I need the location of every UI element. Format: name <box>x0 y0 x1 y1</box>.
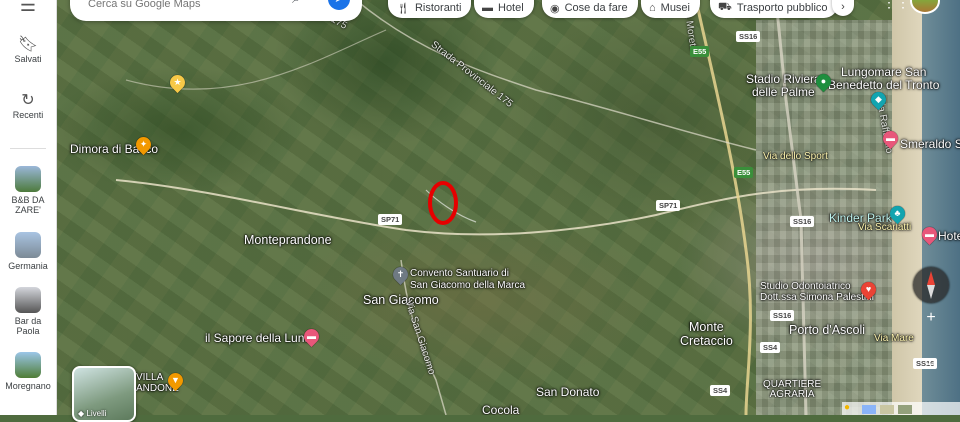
label-sapore-della-luna: il Sapore della Luna <box>205 331 312 345</box>
label-lungomare: Lungomare San Benedetto del Tronto <box>828 65 940 92</box>
recent-place-moregnano[interactable]: Moregnano <box>0 352 56 391</box>
road-shield: E55 <box>690 46 710 57</box>
left-sidebar: ☰ 🔖︎ Salvati ↻ Recenti B&B DA ZARE' Germ… <box>0 0 57 415</box>
compass-south-icon <box>927 285 935 299</box>
hamburger-menu-icon[interactable]: ☰ <box>0 0 56 16</box>
label-monteprandone: Monteprandone <box>244 233 332 247</box>
search-input[interactable] <box>86 0 290 11</box>
chip-label: Hotel <box>498 2 524 14</box>
recent-place-bar[interactable]: Bar da Paola <box>0 287 56 336</box>
road-shield: SS16 <box>736 31 761 42</box>
road-shield: SS4 <box>760 342 781 353</box>
bookmark-icon: 🔖︎ <box>17 36 39 53</box>
favorite-star-pin-icon[interactable]: ★ <box>166 71 189 94</box>
compass-north-icon <box>927 271 935 285</box>
hotel-pin-icon[interactable]: ▬ <box>300 325 323 348</box>
label-via-scarlatti: Via Scarlatti <box>858 222 912 233</box>
label-quartiere-agraria: QUARTIERE AGRARIA <box>763 379 822 400</box>
chip-museums[interactable]: ⌂ Musei <box>641 0 700 18</box>
museum-icon: ⌂ <box>649 2 656 14</box>
zoom-out-button[interactable]: − <box>918 352 944 376</box>
park-pin-icon[interactable]: ♣ <box>886 202 909 225</box>
history-icon: ↻ <box>21 92 35 109</box>
road-shield: SS16 <box>770 310 795 321</box>
layers-button[interactable]: ◆ Livelli <box>72 366 136 422</box>
road-shield: SP71 <box>656 200 681 211</box>
road-shield: SS16 <box>790 216 815 227</box>
recent-place-bb[interactable]: B&B DA ZARE' <box>0 166 56 215</box>
trophy-pin-icon[interactable]: ▼ <box>164 369 187 392</box>
pegman-icon[interactable]: ● <box>844 402 850 413</box>
health-pin-icon[interactable]: ♥ <box>857 278 880 301</box>
chip-label: Ristoranti <box>414 2 462 14</box>
layers-label-text: Livelli <box>86 409 107 418</box>
directions-icon[interactable]: ➤ <box>328 0 350 10</box>
label-via-mare: Via Mare <box>874 333 914 344</box>
label-san-giacomo: San Giacomo <box>363 293 439 307</box>
chip-label: Trasporto pubblico <box>736 2 828 14</box>
label-hotel: Hote <box>938 229 960 243</box>
bottom-attribution-bar: ● <box>842 402 960 415</box>
road-shield: SP71 <box>378 214 403 225</box>
place-thumbnail <box>15 166 41 192</box>
recent-button[interactable]: ↻ Recenti <box>0 90 56 120</box>
recent-place-germania[interactable]: Germania <box>0 232 56 271</box>
label-via-dello-sport: Via dello Sport <box>763 151 828 162</box>
bed-icon: ▬ <box>482 2 493 14</box>
thumbnail-icon[interactable] <box>862 405 876 414</box>
fork-knife-icon: 🍴︎ <box>396 2 410 15</box>
place-label: Bar da Paola <box>14 316 42 336</box>
thumbnail-icon[interactable] <box>880 405 894 414</box>
saved-label: Salvati <box>14 54 42 64</box>
church-pin-icon[interactable]: ✝ <box>389 263 412 286</box>
search-icon[interactable]: ⌕ <box>292 0 300 7</box>
chip-hotel[interactable]: ▬ Hotel <box>474 0 534 18</box>
drawn-area-marker <box>428 181 458 225</box>
label-stadio: Stadio Riviera delle Palme <box>746 72 821 99</box>
apps-grid-icon[interactable]: ⋮⋮ <box>882 0 910 11</box>
compass-button[interactable] <box>913 267 949 303</box>
chip-label: Cose da fare <box>564 2 628 14</box>
recent-label: Recenti <box>12 110 44 120</box>
satellite-map[interactable]: Monteprandone San Giacomo Convento Santu… <box>56 0 960 415</box>
saved-button[interactable]: 🔖︎ Salvati <box>0 34 56 64</box>
restaurant-pin-icon[interactable]: ✦ <box>132 133 155 156</box>
zoom-in-button[interactable]: + <box>918 306 944 330</box>
place-thumbnail <box>15 287 41 313</box>
chip-restaurants[interactable]: 🍴︎ Ristoranti <box>388 0 472 18</box>
label-porto-ascoli: Porto d'Ascoli <box>789 323 866 337</box>
chip-label: Musei <box>660 2 690 14</box>
attraction-pin-icon[interactable]: ◆ <box>867 88 890 111</box>
train-icon: ⛟ <box>718 1 732 13</box>
label-san-donato: San Donato <box>536 385 600 399</box>
layers-label: ◆ Livelli <box>78 409 106 418</box>
label-studio-odontoiatrico: Studio Odontoiatrico Dott.ssa Simona Pal… <box>760 281 874 303</box>
place-label: B&B DA ZARE' <box>11 195 45 215</box>
label-smeraldo: Smeraldo Su <box>900 137 960 151</box>
road-shield: E55 <box>734 167 754 178</box>
hotel-pin-icon[interactable]: ▬ <box>918 223 941 246</box>
road-shield: SS4 <box>710 385 731 396</box>
layers-icon: ◆ <box>78 409 85 418</box>
camera-icon: ◉ <box>550 2 560 15</box>
stadium-pin-icon[interactable]: ● <box>812 70 835 93</box>
thumbnail-icon[interactable] <box>898 405 912 414</box>
label-cocola: Cocola <box>482 403 520 415</box>
place-thumbnail <box>15 352 41 378</box>
place-thumbnail <box>15 232 41 258</box>
label-monte-cretaccio: Monte Cretaccio <box>680 320 733 348</box>
divider <box>10 148 46 149</box>
label-convento: Convento Santuario di San Giacomo della … <box>410 268 526 291</box>
chip-things-to-do[interactable]: ◉ Cose da fare <box>542 0 638 18</box>
place-label: Germania <box>8 261 48 271</box>
chip-public-transport[interactable]: ⛟ Trasporto pubblico <box>710 0 838 18</box>
search-box[interactable]: ⌕ ➤ <box>70 0 362 21</box>
place-label: Moregnano <box>5 381 51 391</box>
hotel-pin-icon[interactable]: ▬ <box>879 127 902 150</box>
